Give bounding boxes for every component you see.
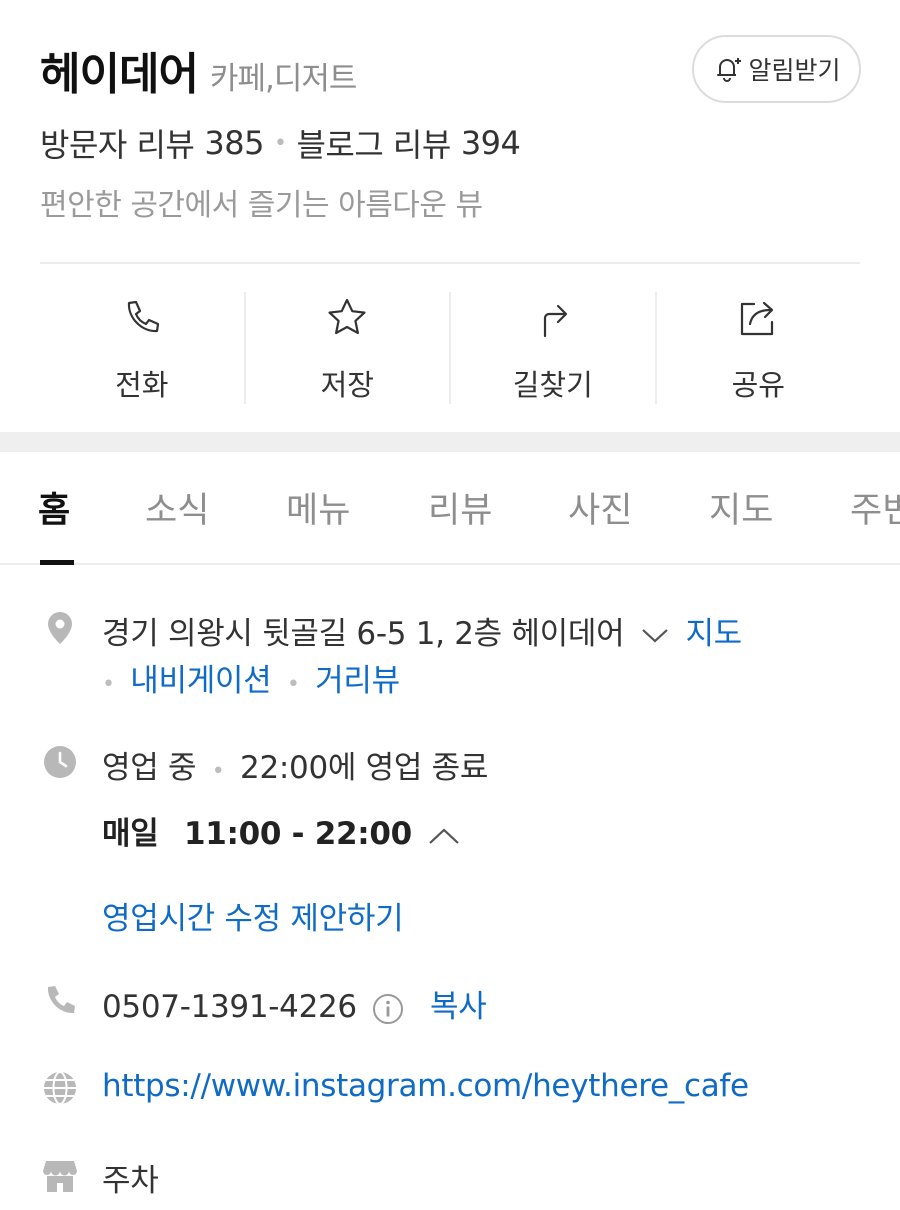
suggest-hours-edit-link[interactable]: 영업시간 수정 제안하기 <box>102 893 404 938</box>
place-description: 편안한 공간에서 즐기는 아름다운 뷰 <box>40 188 483 223</box>
tab-bar: 홈 소식 메뉴 리뷰 사진 지도 주변 <box>0 452 900 565</box>
tab-map[interactable]: 지도 <box>709 482 773 533</box>
globe-icon <box>44 1071 76 1105</box>
directions-button[interactable]: 길찾기 <box>451 292 657 404</box>
review-summary: 방문자 리뷰 385 • 블로그 리뷰 394 <box>40 120 521 166</box>
navigation-link[interactable]: 내비게이션 <box>130 663 271 699</box>
title-row: 헤이데어 카페,디저트 <box>40 38 357 102</box>
save-button[interactable]: 저장 <box>246 292 451 404</box>
active-tab-indicator <box>40 560 74 565</box>
copy-phone-button[interactable]: 복사 <box>430 989 487 1025</box>
star-icon <box>328 298 366 335</box>
action-bar: 전화 저장 길찾기 공유 <box>40 292 860 404</box>
tab-reviews[interactable]: 리뷰 <box>428 482 492 533</box>
visitor-review-count[interactable]: 385 <box>204 124 264 162</box>
website-link[interactable]: https://www.instagram.com/heythere_cafe <box>102 1068 749 1104</box>
separator-dot: • <box>211 759 225 784</box>
tab-nearby[interactable]: 주변 <box>850 482 900 533</box>
tab-news[interactable]: 소식 <box>145 482 209 533</box>
blog-review-label[interactable]: 블로그 리뷰 <box>296 120 451 166</box>
clock-icon <box>44 746 76 778</box>
blog-review-count[interactable]: 394 <box>461 124 521 162</box>
share-label: 공유 <box>731 368 785 402</box>
share-icon <box>741 301 774 336</box>
separator-dot: • <box>286 672 300 697</box>
location-pin-icon <box>48 612 72 644</box>
hours-row[interactable]: 매일 11:00 - 22:00 <box>102 808 467 853</box>
info-icon[interactable] <box>372 993 404 1025</box>
business-status-row: 영업 중 • 22:00에 영업 종료 <box>102 742 488 787</box>
phone-number[interactable]: 0507-1391-4226 <box>102 989 357 1025</box>
place-header: 헤이데어 카페,디저트 알림받기 방문자 리뷰 385 • 블로그 리뷰 394… <box>0 0 900 432</box>
separator-dot: • <box>273 130 287 156</box>
alert-button-label: 알림받기 <box>748 56 841 85</box>
chevron-up-icon[interactable] <box>427 826 461 846</box>
phone-row: 0507-1391-4226 복사 <box>102 981 487 1026</box>
section-gap <box>0 432 900 452</box>
tab-home[interactable]: 홈 <box>38 482 70 533</box>
phone-icon <box>47 986 75 1014</box>
address-text: 경기 의왕시 뒷골길 6-5 1, 2층 헤이데어 <box>102 616 625 652</box>
divider <box>40 262 860 264</box>
store-icon <box>43 1161 77 1192</box>
place-name: 헤이데어 <box>40 49 199 100</box>
place-category: 카페,디저트 <box>209 61 357 97</box>
hours-day: 매일 <box>102 816 159 852</box>
alert-button[interactable]: 알림받기 <box>692 35 861 103</box>
parking-label: 주차 <box>102 1163 159 1199</box>
hours-time: 11:00 - 22:00 <box>184 816 412 852</box>
directions-label: 길찾기 <box>512 368 593 402</box>
visitor-review-label[interactable]: 방문자 리뷰 <box>40 120 195 166</box>
call-button[interactable]: 전화 <box>40 292 246 404</box>
chevron-down-icon[interactable] <box>640 627 670 645</box>
close-notice: 22:00에 영업 종료 <box>240 750 489 786</box>
directions-icon <box>543 304 567 338</box>
address-row: 경기 의왕시 뒷골길 6-5 1, 2층 헤이데어 지도 <box>102 608 742 653</box>
open-status: 영업 중 <box>102 750 197 786</box>
place-detail-page: 헤이데어 카페,디저트 알림받기 방문자 리뷰 385 • 블로그 리뷰 394… <box>0 0 900 1210</box>
bell-plus-icon <box>717 58 742 82</box>
tab-photos[interactable]: 사진 <box>568 482 632 533</box>
share-button[interactable]: 공유 <box>657 292 861 404</box>
tab-menu[interactable]: 메뉴 <box>286 482 350 533</box>
address-links-row: • 내비게이션 • 거리뷰 <box>102 655 400 700</box>
save-label: 저장 <box>320 368 374 402</box>
call-label: 전화 <box>115 368 169 402</box>
map-link[interactable]: 지도 <box>685 616 742 652</box>
separator-dot: • <box>102 672 115 697</box>
street-view-link[interactable]: 거리뷰 <box>315 663 400 699</box>
phone-icon <box>127 300 159 333</box>
